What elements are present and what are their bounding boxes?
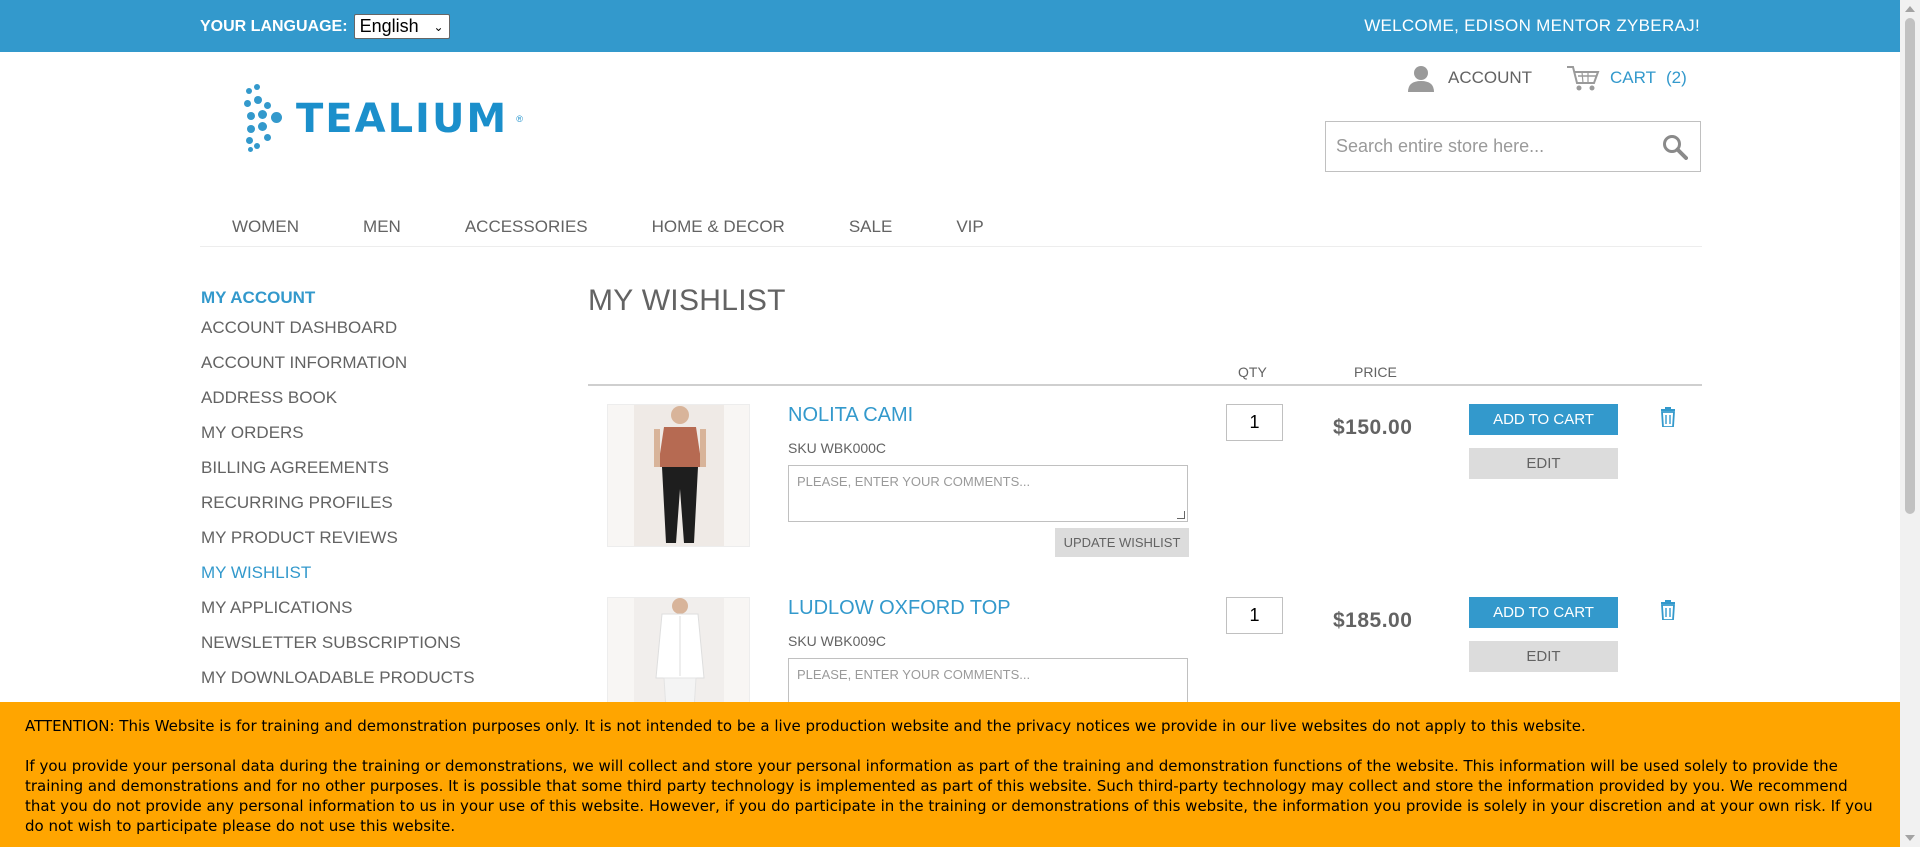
sidebar-item-recurring-profiles[interactable]: RECURRING PROFILES [201, 492, 475, 527]
chevron-down-icon: ⌄ [433, 19, 444, 34]
sidebar-item-newsletter-subscriptions[interactable]: NEWSLETTER SUBSCRIPTIONS [201, 632, 475, 667]
nav-item-accessories[interactable]: ACCESSORIES [433, 214, 620, 246]
language-select[interactable]: English ⌄ [353, 14, 450, 39]
scroll-down-arrow-icon[interactable] [1905, 835, 1915, 841]
comment-placeholder: PLEASE, ENTER YOUR COMMENTS... [797, 667, 1031, 682]
product-sku: SKU WBK000C [788, 440, 887, 456]
top-bar: YOUR LANGUAGE: English ⌄ WELCOME, EDISON… [0, 0, 1900, 52]
sidebar-item-billing-agreements[interactable]: BILLING AGREEMENTS [201, 457, 475, 492]
nav-item-home-decor[interactable]: HOME & DECOR [620, 214, 817, 246]
product-name-link[interactable]: NOLITA CAMI [788, 404, 913, 427]
trademark-icon: ® [516, 114, 523, 124]
language-switcher: YOUR LANGUAGE: English ⌄ [200, 14, 450, 39]
add-to-cart-button[interactable]: ADD TO CART [1469, 597, 1618, 628]
sidebar-item-account-dashboard[interactable]: ACCOUNT DASHBOARD [201, 317, 475, 352]
account-label: ACCOUNT [1448, 68, 1533, 87]
sidebar-item-my-applications[interactable]: MY APPLICATIONS [201, 597, 475, 632]
product-price: $185.00 [1333, 609, 1413, 632]
sidebar-item-my-orders[interactable]: MY ORDERS [201, 422, 475, 457]
edit-button[interactable]: EDIT [1469, 448, 1618, 479]
product-image[interactable] [607, 404, 750, 547]
notice-attention-text: ATTENTION: This Website is for training … [25, 717, 1586, 735]
trash-icon[interactable] [1660, 407, 1676, 427]
trash-icon[interactable] [1660, 600, 1676, 620]
sidebar-title: MY ACCOUNT [201, 288, 316, 307]
column-header-qty: QTY [1238, 364, 1267, 380]
welcome-message: WELCOME, EDISON MENTOR ZYBERAJ! [1364, 16, 1700, 35]
sidebar-item-my-wishlist[interactable]: MY WISHLIST [201, 562, 475, 597]
add-to-cart-button[interactable]: ADD TO CART [1469, 404, 1618, 435]
nav-item-vip[interactable]: VIP [924, 214, 1015, 246]
sidebar-item-my-downloadable-products[interactable]: MY DOWNLOADABLE PRODUCTS [201, 667, 475, 702]
scroll-up-arrow-icon[interactable] [1905, 6, 1915, 12]
garment-top [658, 427, 702, 467]
sidebar-item-my-product-reviews[interactable]: MY PRODUCT REVIEWS [201, 527, 475, 562]
qty-input[interactable]: 1 [1226, 404, 1283, 441]
edit-button[interactable]: EDIT [1469, 641, 1618, 672]
table-header-divider [588, 384, 1702, 386]
sidebar-item-account-information[interactable]: ACCOUNT INFORMATION [201, 352, 475, 387]
comment-textarea[interactable]: PLEASE, ENTER YOUR COMMENTS... [788, 465, 1188, 522]
scrollbar-thumb[interactable] [1905, 18, 1915, 514]
demo-notice-banner: ATTENTION: This Website is for training … [0, 702, 1900, 847]
cart-count: (2) [1665, 68, 1687, 87]
wishlist-row: LUDLOW OXFORD TOP SKU WBK009C PLEASE, EN… [588, 597, 1702, 740]
product-name-link[interactable]: LUDLOW OXFORD TOP [788, 597, 1011, 620]
page-scrollbar[interactable] [1900, 0, 1920, 847]
logo-text: TEALIUM [296, 96, 509, 142]
page-title: MY WISHLIST [588, 284, 786, 317]
search-icon[interactable] [1662, 134, 1688, 160]
user-icon [1408, 66, 1434, 92]
column-header-price: PRICE [1354, 364, 1397, 380]
comment-placeholder: PLEASE, ENTER YOUR COMMENTS... [797, 474, 1031, 489]
product-sku: SKU WBK009C [788, 633, 887, 649]
update-wishlist-button[interactable]: UPDATE WISHLIST [1055, 528, 1189, 557]
product-price: $150.00 [1333, 416, 1413, 439]
search-input[interactable] [1336, 136, 1656, 157]
wishlist-row: NOLITA CAMI SKU WBK000C PLEASE, ENTER YO… [588, 404, 1702, 564]
nav-item-sale[interactable]: SALE [817, 214, 924, 246]
cart-icon [1567, 66, 1600, 91]
qty-input[interactable]: 1 [1226, 597, 1283, 634]
language-select-value: English [359, 16, 419, 36]
notice-privacy-text: If you provide your personal data during… [25, 757, 1873, 835]
logo[interactable]: TEALIUM ® [244, 84, 523, 154]
resize-grip-icon[interactable] [1177, 511, 1185, 519]
main-nav: WOMEN MEN ACCESSORIES HOME & DECOR SALE … [200, 214, 1702, 247]
language-label: YOUR LANGUAGE: [200, 17, 348, 35]
account-sidebar: MY ACCOUNT ACCOUNT DASHBOARD ACCOUNT INF… [201, 288, 475, 702]
product-photo-icon [608, 405, 749, 546]
sidebar-item-address-book[interactable]: ADDRESS BOOK [201, 387, 475, 422]
cart-link[interactable]: CART (2) [1566, 64, 1687, 92]
search-box [1325, 121, 1701, 172]
nav-item-men[interactable]: MEN [331, 214, 433, 246]
account-link[interactable]: ACCOUNT [1406, 64, 1532, 92]
nav-item-women[interactable]: WOMEN [200, 214, 331, 246]
cart-label: CART [1610, 68, 1656, 87]
logo-mark-icon [244, 84, 288, 154]
